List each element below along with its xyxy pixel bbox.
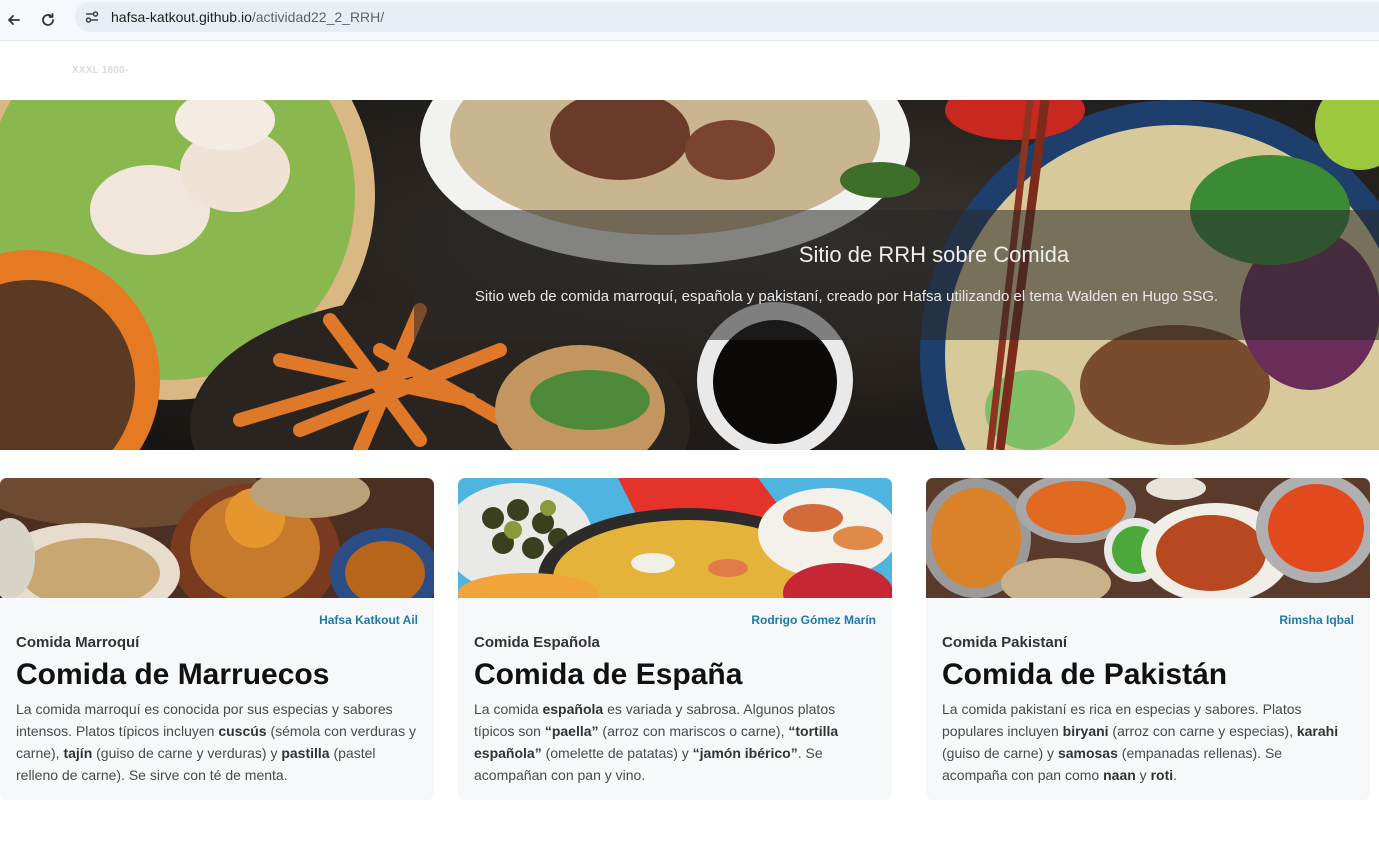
body-emphasis: “paella”: [544, 723, 599, 739]
card-morocco[interactable]: Hafsa Katkout Ail Comida Marroquí Comida…: [0, 478, 434, 800]
site-info-icon[interactable]: [83, 8, 101, 26]
card-category: Comida Pakistaní: [942, 634, 1068, 651]
body-emphasis: española: [542, 701, 604, 717]
card-category: Comida Española: [474, 634, 600, 651]
body-emphasis: “jamón ibérico”: [692, 745, 798, 761]
reload-icon[interactable]: [34, 6, 62, 34]
card-title[interactable]: Comida de Marruecos: [16, 658, 329, 692]
hero-title: Sitio de RRH sobre Comida: [798, 242, 1070, 267]
url-path: /actividad22_2_RRH/: [251, 9, 385, 25]
card-morocco-image[interactable]: [0, 478, 434, 598]
body-emphasis: naan: [1103, 767, 1136, 783]
body-emphasis: biryani: [1062, 723, 1109, 739]
url-host: hafsa-katkout.github.io: [111, 9, 252, 25]
card-author[interactable]: Rodrigo Gómez Marín: [751, 613, 876, 627]
card-spain[interactable]: Rodrigo Gómez Marín Comida Española Comi…: [458, 478, 892, 800]
card-author[interactable]: Hafsa Katkout Ail: [319, 613, 418, 627]
card-spain-image[interactable]: [458, 478, 892, 598]
address-bar[interactable]: hafsa-katkout.github.io/actividad22_2_RR…: [75, 2, 1379, 32]
card-body: La comida marroquí es conocida por sus e…: [16, 701, 416, 783]
url-text[interactable]: hafsa-katkout.github.io/actividad22_2_RR…: [111, 9, 384, 25]
card-title[interactable]: Comida de Pakistán: [942, 658, 1227, 692]
body-emphasis: tajín: [63, 745, 93, 761]
hero-banner: Sitio de RRH sobre Comida Sitio web de c…: [0, 100, 1379, 450]
card-pakistan[interactable]: Rimsha Iqbal Comida Pakistaní Comida de …: [926, 478, 1370, 800]
card-body: La comida pakistaní es rica en especias …: [942, 701, 1339, 783]
site-logo-text[interactable]: XXXL 1800-: [72, 65, 128, 76]
card-author[interactable]: Rimsha Iqbal: [1279, 613, 1354, 627]
card-category: Comida Marroquí: [16, 634, 140, 651]
body-emphasis: karahi: [1296, 723, 1339, 739]
back-arrow-icon[interactable]: [0, 6, 28, 34]
browser-toolbar: hafsa-katkout.github.io/actividad22_2_RR…: [0, 0, 1379, 41]
body-emphasis: pastilla: [281, 745, 330, 761]
card-pakistan-image[interactable]: [926, 478, 1370, 598]
hero-caption-box: [414, 210, 1379, 340]
card-body: La comida española es variada y sabrosa.…: [474, 701, 839, 783]
body-emphasis: samosas: [1057, 745, 1118, 761]
hero-subtitle: Sitio web de comida marroquí, española y…: [474, 288, 1219, 305]
body-emphasis: cuscús: [218, 723, 267, 739]
card-title[interactable]: Comida de España: [474, 658, 742, 692]
body-emphasis: roti: [1150, 767, 1174, 783]
